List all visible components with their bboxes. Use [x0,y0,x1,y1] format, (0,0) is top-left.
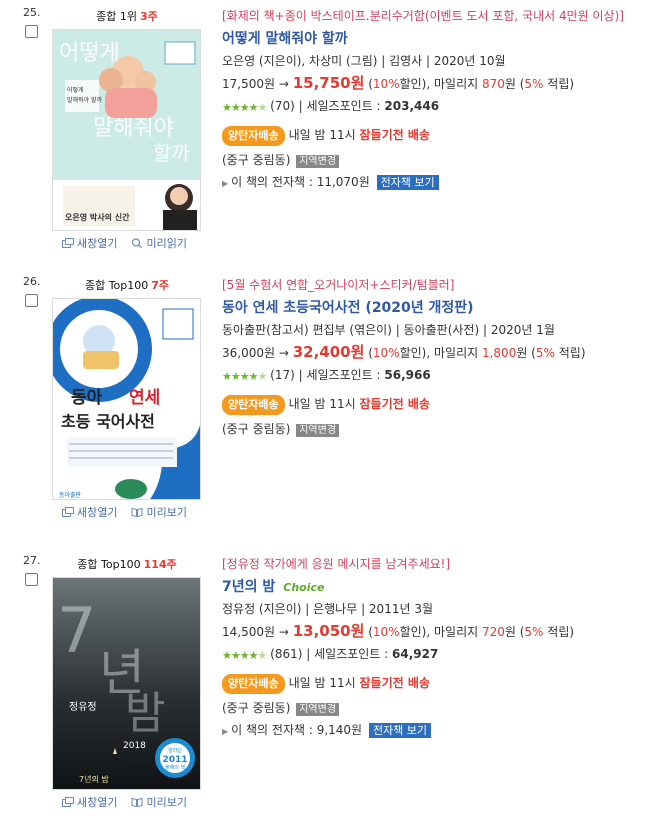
rating-stars-icon: ★★★★★ [222,101,267,114]
region-row: (중구 중림동) 지역변경 [222,421,662,437]
region-change-button[interactable]: 지역변경 [296,155,340,168]
shipping-badge: 양탄자배송 [222,674,285,694]
promo-link[interactable]: [정유정 작가에게 응원 메시지를 남겨주세요!] [222,555,662,572]
svg-text:말해줘야 할까: 말해줘야 할까 [67,96,103,104]
select-checkbox[interactable] [25,294,38,307]
book-meta: 정유정 (지은이) | 은행나무 | 2011년 3월 [222,602,433,616]
item-links: 새창열기 미리읽기 [62,235,187,251]
rating-row: ★★★★★ (17) | 세일즈포인트 : 56,966 [222,368,431,383]
choice-badge: Choice [283,581,325,594]
price-row: 14,500원 → 13,050원 (10%할인), 마일리지 720원 (5%… [222,622,575,640]
shipping-row: 양탄자배송 내일 밤 11시 잠들기전 배송 [222,126,662,146]
book-icon [131,507,143,517]
rating-row: ★★★★★ (861) | 세일즈포인트 : 64,927 [222,647,439,662]
preview-link[interactable]: 미리보기 [131,504,187,520]
select-checkbox[interactable] [25,573,38,586]
cover-author: 오은영 박사의 신간 [65,212,130,222]
shipping-row: 양탄자배송 내일 밤 11시 잠들기전 배송 [222,395,662,415]
rank-label: 종합 1위 3주 [96,10,158,23]
cover-year: 2018 [123,741,146,751]
item-links: 새창열기 미리보기 [62,794,187,810]
shipping-row: 양탄자배송 내일 밤 11시 잠들기전 배송 [222,674,662,694]
book-cover[interactable]: 7 년 밤 정유정 2018 알라딘 2011 올해의 책 7년의 밤 [52,577,201,790]
book-item-26: 26. 종합 Top1007주 동아 연세 초등 국어사전 동아출판 새창열기 [0,272,666,542]
new-window-link[interactable]: 새창열기 [62,794,117,810]
ebook-row: ▶ 이 책의 전자책 : 9,140원 전자책 보기 [222,722,662,740]
book-info: [정유정 작가에게 응원 메시지를 남겨주세요!] 7년의 밤 Choice 정유… [222,555,662,746]
rank-label: 종합 Top100 114주 [77,558,177,571]
item-number: 26. [23,275,41,288]
region-change-button[interactable]: 지역변경 [296,424,340,437]
cover-title-line1b: 연세 [129,388,160,408]
new-window-link[interactable]: 새창열기 [62,504,117,520]
cover-title-line2: 초등 국어사전 [61,412,155,431]
shipping-badge: 양탄자배송 [222,395,285,415]
svg-text:밤: 밤 [125,688,165,739]
rating-row: ★★★★★ (70) | 세일즈포인트 : 203,446 [222,99,440,114]
sale-price: 13,050원 [292,622,365,640]
triangle-icon: ▶ [222,727,229,736]
book-item-25: 25. 종합 1위 3주 어떻게 말해줘야 할까 어떻게 말해줘야 할까 오은영 … [0,3,666,273]
magnifier-icon [132,238,143,248]
book-meta: 동아출판(참고서) 편집부 (엮은이) | 동아출판(사전) | 2020년 1… [222,323,555,337]
sale-price: 32,400원 [292,343,365,361]
book-cover[interactable]: 동아 연세 초등 국어사전 동아출판 [52,298,201,500]
new-window-link[interactable]: 새창열기 [62,235,117,251]
new-window-icon [62,238,74,248]
book-cover[interactable]: 어떻게 말해줘야 할까 어떻게 말해줘야 할까 오은영 박사의 신간 [52,29,201,231]
region-row: (중구 중림동) 지역변경 [222,700,662,716]
cover-title-b: 말해줘야 [93,116,174,141]
book-title-link[interactable]: 7년의 밤 Choice [222,576,662,596]
region-row: (중구 중림동) 지역변경 [222,152,662,168]
cover-small-title: 7년의 밤 [79,774,109,784]
item-number: 27. [23,554,41,567]
promo-link[interactable]: [5월 수험서 연합_오거나이저+스티커/텀블러] [222,276,662,293]
item-links: 새창열기 미리보기 [62,504,187,520]
book-info: [화제의 책+종이 박스테이프.분리수거함(이벤트 도서 포함, 국내서 4만원… [222,7,662,198]
rank-label: 종합 Top100 7주 [84,279,170,292]
new-window-icon [62,507,74,517]
svg-text:7: 7 [57,594,96,667]
cover-title-c: 할까 [153,141,190,165]
new-window-icon [62,797,74,807]
region-change-button[interactable]: 지역변경 [296,703,340,716]
rating-stars-icon: ★★★★★ [222,649,267,662]
svg-text:어떻게: 어떻게 [67,86,84,94]
cover-title-line1a: 동아 [71,388,103,408]
book-icon [131,797,143,807]
seal-year: 2011 [162,755,187,765]
seal-bottom: 올해의 책 [165,764,185,771]
ebook-row: ▶ 이 책의 전자책 : 11,070원 전자책 보기 [222,174,662,192]
price-row: 36,000원 → 32,400원 (10%할인), 마일리지 1,800원 (… [222,343,586,361]
select-checkbox[interactable] [25,25,38,38]
preview-link[interactable]: 미리보기 [131,794,187,810]
book-item-27: 27. 종합 Top100 114주 7 년 밤 정유정 2018 알라딘 201… [0,551,666,819]
item-number: 25. [23,6,41,19]
triangle-icon: ▶ [222,179,229,188]
ebook-button[interactable]: 전자책 보기 [376,175,439,190]
price-row: 17,500원 → 15,750원 (10%할인), 마일리지 870원 (5%… [222,74,575,92]
rating-stars-icon: ★★★★★ [222,370,267,383]
ebook-button[interactable]: 전자책 보기 [368,723,432,738]
promo-link[interactable]: [화제의 책+종이 박스테이프.분리수거함(이벤트 도서 포함, 국내서 4만원… [222,7,662,24]
cover-publisher: 동아출판 [59,491,82,499]
cover-author: 정유정 [69,701,97,713]
book-title-link[interactable]: 동아 연세 초등국어사전 (2020년 개정판) [222,297,662,317]
book-title-link[interactable]: 어떻게 말해줘야 할까 [222,28,662,48]
cover-title-a: 어떻게 [59,41,120,66]
seal-top: 알라딘 [168,747,182,754]
preview-link[interactable]: 미리읽기 [131,235,187,251]
sale-price: 15,750원 [292,74,365,92]
shipping-badge: 양탄자배송 [222,126,285,146]
book-meta: 오은영 (지은이), 차상미 (그림) | 김영사 | 2020년 10월 [222,54,506,68]
book-info: [5월 수험서 연합_오거나이저+스티커/텀블러] 동아 연세 초등국어사전 (… [222,276,662,443]
